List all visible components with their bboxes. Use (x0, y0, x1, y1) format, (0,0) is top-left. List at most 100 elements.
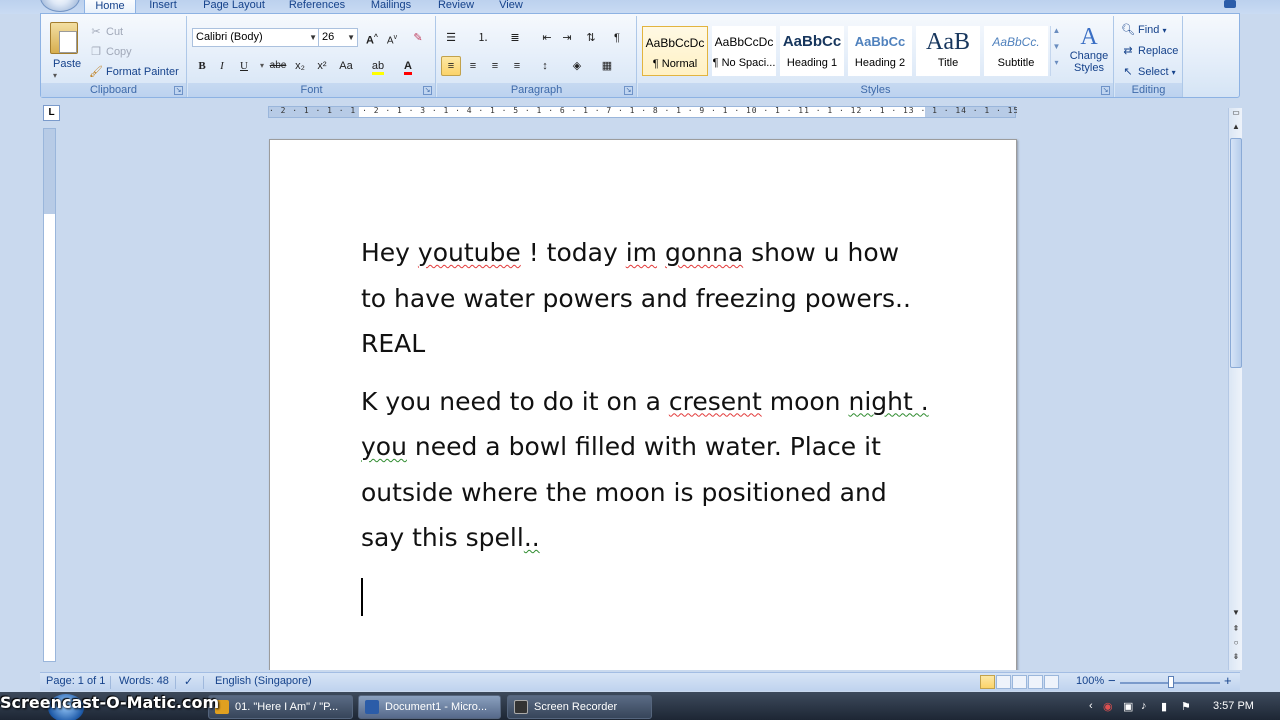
tray-expand-icon[interactable]: ‹ (1089, 700, 1093, 712)
office-button[interactable] (40, 0, 80, 12)
flag-icon[interactable]: ⚑ (1181, 700, 1191, 713)
power-icon[interactable]: ▮ (1161, 700, 1167, 713)
underline-button[interactable]: U (234, 56, 254, 76)
horizontal-ruler[interactable]: · 2 · 1 · 1 · 1 · 2 · 1 · 3 · 1 · 4 · 1 … (268, 106, 1017, 118)
subscript-button[interactable]: x₂ (290, 56, 310, 76)
font-size-combo[interactable]: 26 ▼ (318, 28, 358, 47)
page-count[interactable]: Page: 1 of 1 (46, 675, 105, 687)
document-page[interactable]: Hey youtube ! today im gonna show u how … (269, 139, 1017, 670)
zoom-level[interactable]: 100% (1076, 675, 1104, 687)
tab-page-layout[interactable]: Page Layout (196, 0, 272, 14)
styles-launcher-icon[interactable]: ↘ (1101, 86, 1110, 95)
more-styles-icon[interactable]: ▾ (1051, 58, 1062, 74)
tab-references[interactable]: References (282, 0, 352, 14)
scroll-up-icon[interactable]: ▲ (1229, 122, 1243, 134)
change-case-button[interactable]: Aa (336, 56, 356, 76)
bullets-button[interactable]: ☰ (441, 28, 461, 48)
taskbar-item-screen-recorder[interactable]: Screen Recorder (507, 695, 652, 719)
numbering-button[interactable]: ⒈ (473, 28, 493, 48)
strikethrough-button[interactable]: abe (268, 56, 288, 76)
style-normal[interactable]: AaBbCcDc ¶ Normal (642, 26, 708, 76)
highlight-button[interactable]: ab (368, 56, 388, 76)
select-button[interactable]: ↖ Select ▾ (1121, 62, 1175, 82)
tray-app-icon[interactable]: ◉ (1103, 700, 1113, 713)
outline-view-icon[interactable] (1028, 675, 1043, 689)
align-left-button[interactable]: ≡ (441, 56, 461, 76)
line-spacing-button[interactable]: ↕ (535, 56, 555, 76)
vertical-ruler[interactable] (43, 128, 56, 662)
style-no-spacing[interactable]: AaBbCcDc ¶ No Spaci... (712, 26, 776, 76)
superscript-button[interactable]: x² (312, 56, 332, 76)
shading-button[interactable]: ◈ (567, 56, 587, 76)
misspelled-word[interactable]: youtube (418, 238, 521, 267)
web-layout-view-icon[interactable] (1012, 675, 1027, 689)
paragraph-launcher-icon[interactable]: ↘ (624, 86, 633, 95)
network-icon[interactable]: ▣ (1123, 700, 1133, 713)
volume-icon[interactable]: ♪ (1141, 700, 1147, 712)
italic-button[interactable]: I (212, 56, 232, 76)
cut-button[interactable]: ✂ Cut (89, 22, 123, 42)
vertical-scrollbar[interactable]: ▭ ▲ ▼ ⇞ ○ ⇟ (1228, 108, 1242, 670)
tab-stop-selector[interactable]: L (43, 105, 60, 121)
language[interactable]: English (Singapore) (215, 675, 312, 687)
tab-insert[interactable]: Insert (140, 0, 186, 14)
style-title[interactable]: AaB Title (916, 26, 980, 76)
borders-button[interactable]: ▦ (597, 56, 617, 76)
style-heading-1[interactable]: AaBbCc Heading 1 (780, 26, 844, 76)
full-screen-view-icon[interactable] (996, 675, 1011, 689)
zoom-out-icon[interactable]: − (1108, 673, 1116, 688)
proofing-icon[interactable]: ✓ (184, 675, 193, 688)
style-subtitle[interactable]: AaBbCc. Subtitle (984, 26, 1048, 76)
bold-button[interactable]: B (192, 56, 212, 76)
multilevel-list-button[interactable]: ≣ (505, 28, 525, 48)
font-launcher-icon[interactable]: ↘ (423, 86, 432, 95)
draft-view-icon[interactable] (1044, 675, 1059, 689)
misspelled-word[interactable]: im (626, 238, 657, 267)
decrease-indent-button[interactable]: ⇤ (537, 28, 557, 48)
misspelled-word[interactable]: gonna (665, 238, 743, 267)
show-marks-button[interactable]: ¶ (607, 28, 627, 48)
clipboard-launcher-icon[interactable]: ↘ (174, 86, 183, 95)
tab-home[interactable]: Home (84, 0, 136, 14)
clock[interactable]: 3:57 PM (1213, 700, 1254, 712)
tab-review[interactable]: Review (430, 0, 482, 14)
misspelled-word[interactable]: cresent (669, 387, 762, 416)
zoom-in-icon[interactable]: + (1224, 673, 1232, 688)
style-gallery-scroll[interactable]: ▲ ▼ ▾ (1050, 26, 1062, 76)
document-body[interactable]: Hey youtube ! today im gonna show u how … (361, 230, 931, 573)
scroll-down-icon[interactable]: ▼ (1229, 608, 1243, 620)
format-painter-button[interactable]: 🖌 Format Painter (89, 62, 179, 82)
grow-font-button[interactable]: A^ (362, 28, 382, 48)
find-button[interactable]: 🔍︎ Find ▾ (1121, 20, 1166, 40)
paste-button[interactable]: Paste (53, 54, 81, 74)
chevron-down-icon[interactable]: ▼ (1051, 42, 1062, 58)
sort-button[interactable]: ⇅ (581, 28, 601, 48)
increase-indent-button[interactable]: ⇥ (557, 28, 577, 48)
align-right-button[interactable]: ≡ (485, 56, 505, 76)
shrink-font-button[interactable]: Av (382, 28, 402, 48)
taskbar-item-music-player[interactable]: 01. "Here I Am" / "P... (208, 695, 353, 719)
next-page-icon[interactable]: ⇟ (1229, 652, 1243, 664)
font-name-combo[interactable]: Calibri (Body) ▼ (192, 28, 320, 47)
tab-mailings[interactable]: Mailings (362, 0, 420, 14)
justify-button[interactable]: ≡ (507, 56, 527, 76)
word-count[interactable]: Words: 48 (119, 675, 169, 687)
style-heading-2[interactable]: AaBbCc Heading 2 (848, 26, 912, 76)
taskbar-item-word[interactable]: Document1 - Micro... (358, 695, 501, 719)
change-styles-button[interactable]: A Change Styles (1066, 24, 1112, 82)
zoom-slider-thumb[interactable] (1168, 676, 1174, 688)
grammar-flag[interactable]: .. (524, 523, 540, 552)
clear-formatting-button[interactable]: ✎ (408, 28, 428, 48)
paste-icon[interactable] (50, 22, 78, 54)
browse-object-icon[interactable]: ○ (1229, 638, 1243, 650)
replace-button[interactable]: ⇄ Replace (1121, 41, 1178, 61)
tab-view[interactable]: View (490, 0, 532, 14)
previous-page-icon[interactable]: ⇞ (1229, 624, 1243, 636)
print-layout-view-icon[interactable] (980, 675, 995, 689)
scrollbar-thumb[interactable] (1230, 138, 1242, 368)
ruler-toggle-icon[interactable]: ▭ (1229, 108, 1243, 120)
copy-button[interactable]: ❐ Copy (89, 42, 132, 62)
chevron-up-icon[interactable]: ▲ (1051, 26, 1062, 42)
align-center-button[interactable]: ≡ (463, 56, 483, 76)
font-color-button[interactable]: A (398, 56, 418, 76)
